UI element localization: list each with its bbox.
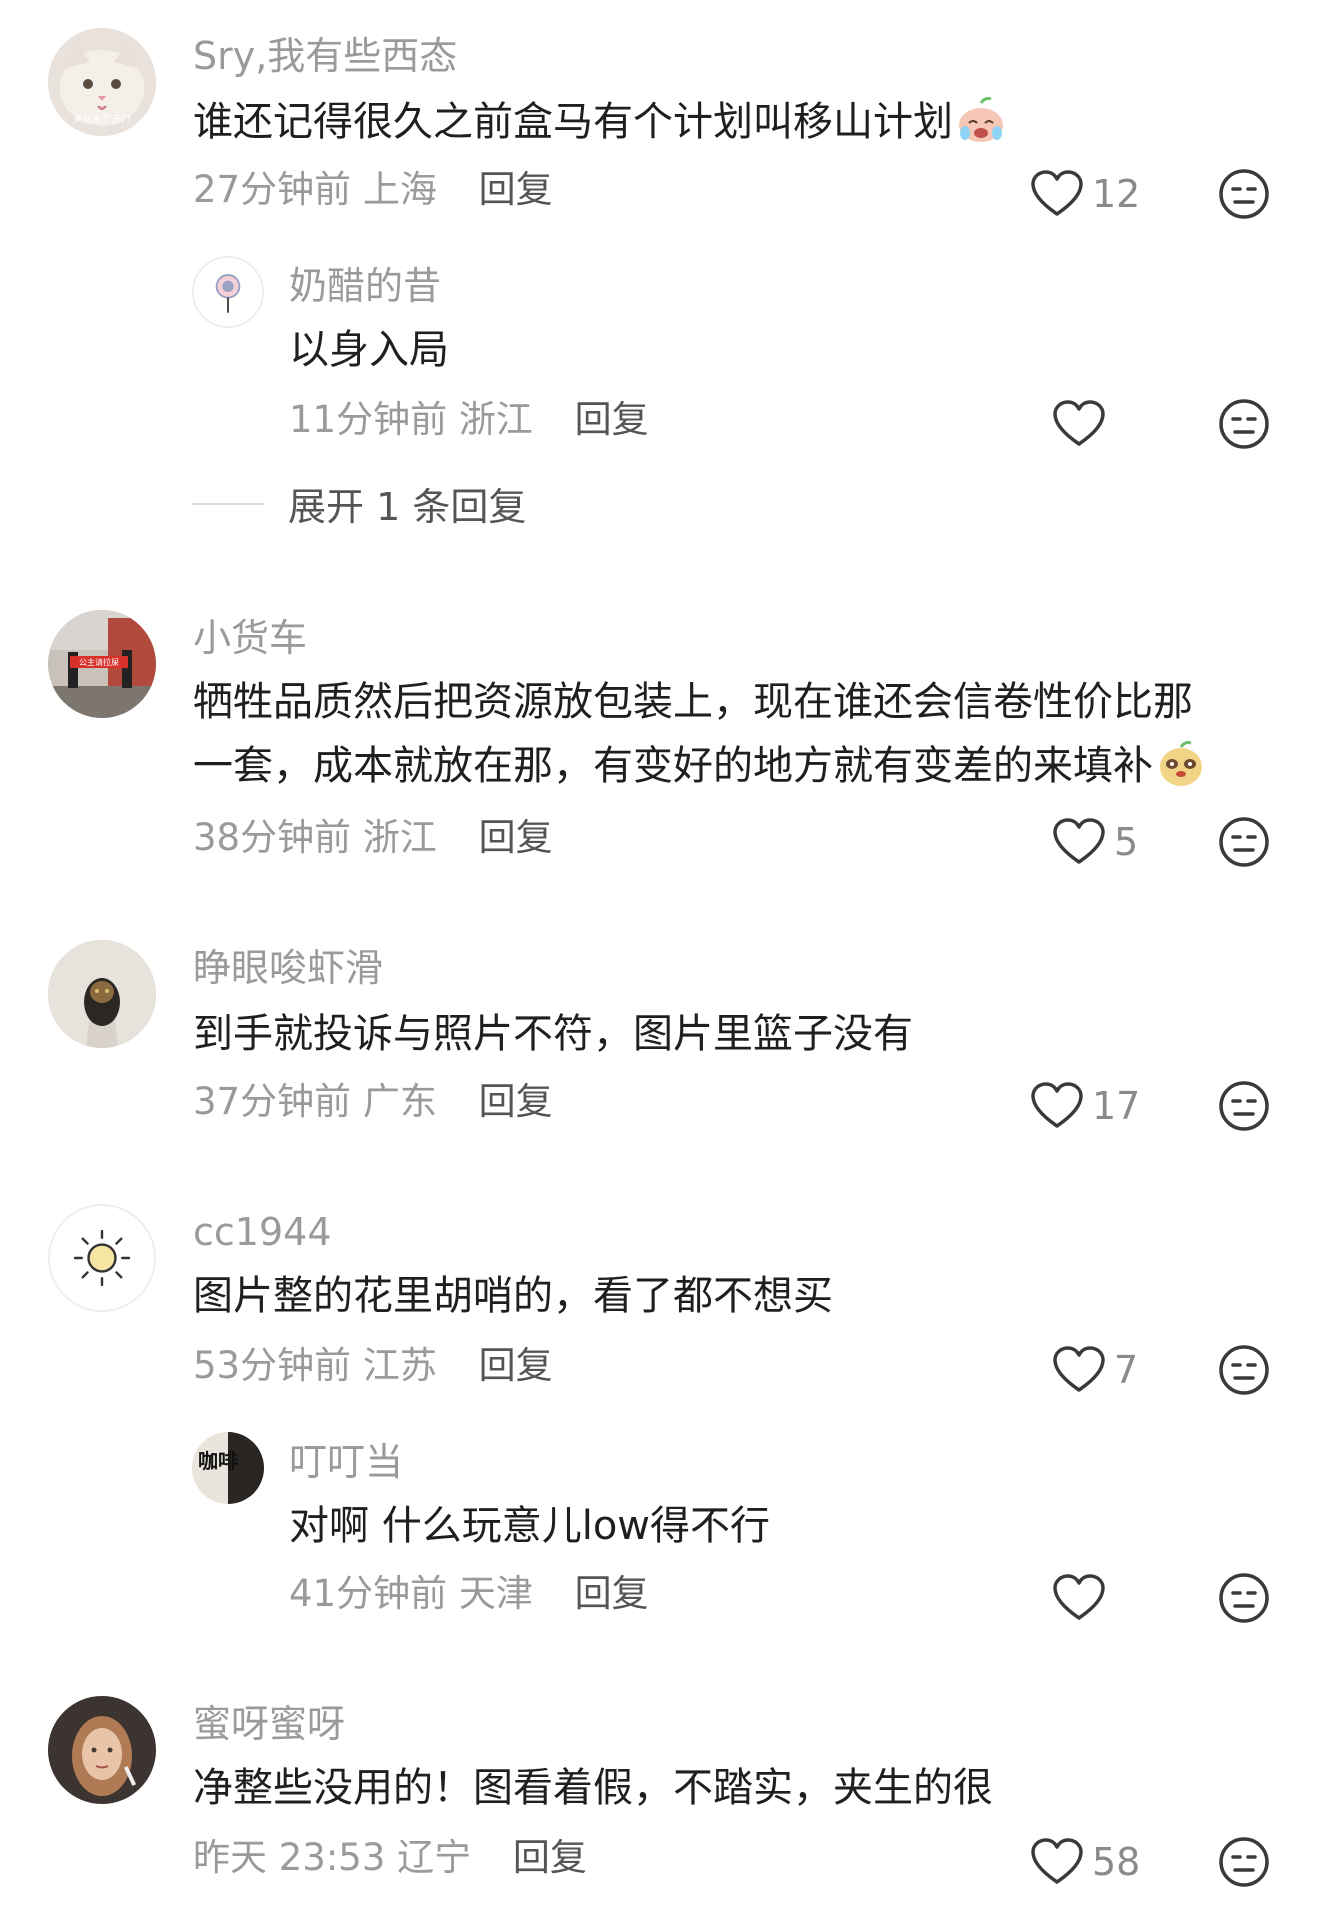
heart-icon (1031, 1838, 1083, 1884)
username[interactable]: 蜜呀蜜呀 (193, 1700, 345, 1748)
avatar-caption: 咖啡 (198, 1449, 238, 1473)
comment-text-line: 一套，成本就放在那，有变好的地方就有变差的来填补 (193, 734, 1253, 798)
reply-button[interactable]: 回复 (575, 398, 649, 441)
reply-button[interactable]: 回复 (479, 168, 553, 211)
timestamp: 11分钟前 (289, 398, 448, 441)
heart-icon (1053, 1346, 1105, 1392)
reply-text: 对啊 什么玩意儿low得不行 (289, 1503, 771, 1549)
location: 辽宁 (397, 1836, 472, 1879)
timestamp: 27分钟前 (193, 168, 352, 211)
like-count: 17 (1092, 1084, 1141, 1128)
reply-button[interactable]: 回复 (513, 1836, 587, 1879)
meh-face-icon (1219, 1573, 1269, 1623)
divider (192, 502, 264, 505)
username[interactable]: 叮叮当 (289, 1438, 403, 1486)
comment-text-content: 一套，成本就放在那，有变好的地方就有变差的来填补 (193, 743, 1153, 789)
dislike-button[interactable] (1218, 398, 1270, 450)
location: 江苏 (362, 1344, 437, 1387)
reply-button[interactable]: 回复 (575, 1572, 649, 1615)
like-button[interactable] (1052, 1570, 1106, 1626)
meh-face-icon (1219, 399, 1269, 449)
meh-face-icon (1219, 1837, 1269, 1887)
like-button[interactable]: 17 (1030, 1078, 1140, 1134)
dislike-button[interactable] (1218, 1836, 1270, 1888)
comment-text: 图片整的花里胡哨的，看了都不想买 (193, 1273, 833, 1319)
reply-button[interactable]: 回复 (479, 1080, 553, 1123)
dislike-button[interactable] (1218, 1572, 1270, 1624)
comment-meta: 昨天 23:53 辽宁 回复 (193, 1834, 587, 1882)
expand-replies-button[interactable]: 展开 1 条回复 (192, 476, 526, 531)
timestamp: 37分钟前 (193, 1080, 352, 1123)
avatar-caption: 美女来了 开门 (74, 113, 131, 125)
avatar[interactable] (48, 940, 156, 1048)
comment-text: 牺牲品质然后把资源放包装上，现在谁还会信卷性价比那 一套，成本就放在那，有变好的… (193, 670, 1253, 798)
comment-meta: 53分钟前 江苏 回复 (193, 1342, 553, 1390)
avatar[interactable] (48, 1696, 156, 1804)
meh-face-icon (1219, 1081, 1269, 1131)
dislike-button[interactable] (1218, 1080, 1270, 1132)
heart-icon (1053, 818, 1105, 864)
comment-meta: 27分钟前 上海 回复 (193, 166, 553, 214)
timestamp: 38分钟前 (193, 816, 352, 859)
timestamp: 41分钟前 (289, 1572, 448, 1615)
expand-replies-label: 展开 1 条回复 (288, 485, 527, 529)
comment-meta: 38分钟前 浙江 回复 (193, 814, 553, 862)
meh-face-icon (1219, 817, 1269, 867)
location: 天津 (458, 1572, 533, 1615)
location: 上海 (362, 168, 437, 211)
meh-face-icon (1219, 1345, 1269, 1395)
reply-text: 以身入局 (289, 327, 449, 373)
comment-meta: 37分钟前 广东 回复 (193, 1078, 553, 1126)
dislike-button[interactable] (1218, 816, 1270, 868)
like-button[interactable] (1052, 396, 1106, 452)
meh-face-icon (1219, 169, 1269, 219)
dislike-button[interactable] (1218, 168, 1270, 220)
avatar[interactable]: 美女来了 开门 (48, 28, 156, 136)
like-button[interactable]: 7 (1052, 1342, 1162, 1398)
username[interactable]: cc1944 (193, 1208, 332, 1256)
dislike-button[interactable] (1218, 1344, 1270, 1396)
crying-laugh-emoji-icon (955, 93, 1007, 145)
reply-button[interactable]: 回复 (479, 816, 553, 859)
like-count: 12 (1092, 172, 1141, 216)
like-button[interactable]: 58 (1030, 1834, 1140, 1890)
comment-text: 到手就投诉与照片不符，图片里篮子没有 (193, 1011, 913, 1057)
heart-icon (1031, 1082, 1083, 1128)
location: 浙江 (362, 816, 437, 859)
location: 浙江 (458, 398, 533, 441)
reply-avatar[interactable] (192, 256, 264, 328)
comment-text: 净整些没用的！图看着假，不踏实，夹生的很 (193, 1765, 993, 1811)
dog-face-emoji-icon (1155, 737, 1207, 789)
heart-icon (1053, 1574, 1105, 1620)
timestamp: 昨天 23:53 (193, 1836, 386, 1879)
like-button[interactable]: 12 (1030, 166, 1140, 222)
like-count: 58 (1092, 1840, 1141, 1884)
reply-meta: 11分钟前 浙江 回复 (289, 396, 649, 444)
sun-icon (50, 1206, 154, 1310)
like-button[interactable]: 5 (1052, 814, 1162, 870)
comment-text: 谁还记得很久之前盒马有个计划叫移山计划 (193, 90, 1253, 154)
avatar-caption: 公主请拉屎 (79, 657, 119, 667)
username[interactable]: Sry,我有些西态 (193, 32, 457, 80)
like-count: 7 (1114, 1348, 1139, 1392)
heart-icon (1031, 170, 1083, 216)
location: 广东 (362, 1080, 437, 1123)
like-count: 5 (1114, 820, 1139, 864)
username[interactable]: 奶醋的昔 (289, 262, 441, 310)
username[interactable]: 小货车 (193, 614, 307, 662)
heart-icon (1053, 400, 1105, 446)
avatar[interactable] (48, 1204, 156, 1312)
reply-meta: 41分钟前 天津 回复 (289, 1570, 649, 1618)
reply-button[interactable]: 回复 (479, 1344, 553, 1387)
reply-avatar[interactable]: 咖啡 (192, 1432, 264, 1504)
avatar[interactable]: 公主请拉屎 (48, 610, 156, 718)
comment-text-content: 谁还记得很久之前盒马有个计划叫移山计划 (193, 99, 953, 145)
username[interactable]: 睁眼唆虾滑 (193, 944, 383, 992)
comment-text-line: 牺牲品质然后把资源放包装上，现在谁还会信卷性价比那 (193, 679, 1193, 725)
timestamp: 53分钟前 (193, 1344, 352, 1387)
